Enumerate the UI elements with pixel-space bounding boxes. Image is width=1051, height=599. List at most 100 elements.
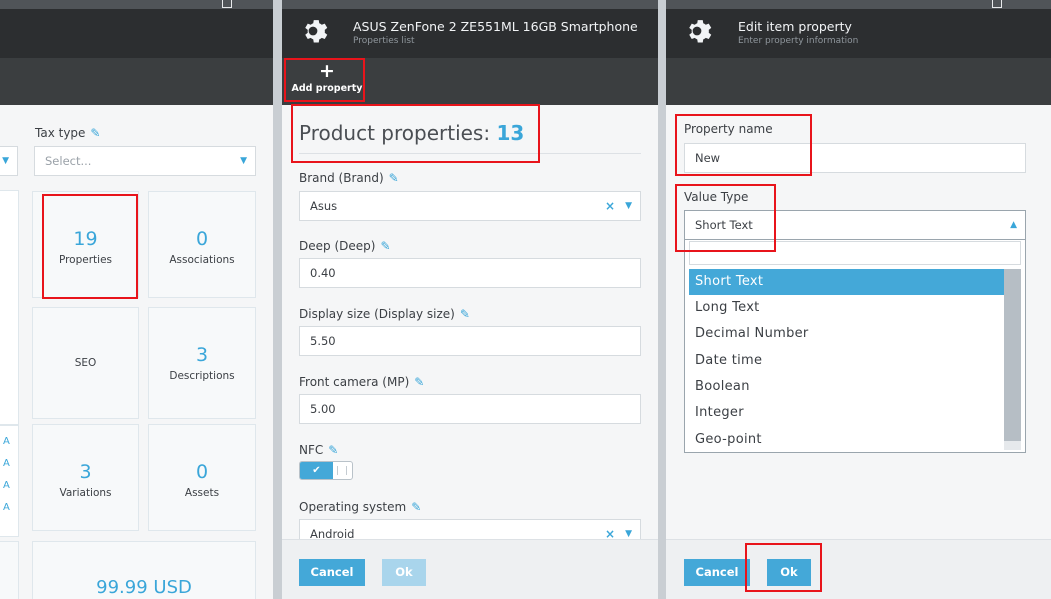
option-integer[interactable]: Integer: [689, 400, 1005, 426]
variations-caption: Variations: [59, 487, 112, 499]
section-heading-text: Product properties:: [299, 121, 491, 145]
blade-toolbar: [0, 58, 273, 105]
scrollbar-thumb[interactable]: [1004, 269, 1021, 441]
tile-properties[interactable]: 19 Properties: [32, 191, 139, 298]
assets-count: 0: [195, 461, 209, 483]
value-type-dropdown: Short Text Long Text Decimal Number Date…: [684, 239, 1026, 453]
chevron-up-icon[interactable]: ▲: [1010, 211, 1017, 239]
properties-count: 19: [73, 228, 98, 250]
edge-letter: A: [3, 436, 10, 447]
value-type-label: Value Type: [684, 190, 749, 204]
tile-assets[interactable]: 0 Assets: [148, 424, 256, 531]
dropdown-search-input[interactable]: [689, 241, 1021, 265]
partial-tile[interactable]: A A A A: [0, 425, 19, 537]
tax-type-select[interactable]: Select... ▼: [34, 146, 256, 176]
edit-pencil-icon[interactable]: ✎: [414, 375, 424, 389]
front-camera-input[interactable]: 5.00: [299, 394, 641, 424]
blade-body: Property name New Value Type Short Text …: [666, 105, 1051, 599]
brand-label: Brand (Brand) ✎: [299, 171, 399, 185]
option-geo-point[interactable]: Geo-point: [689, 427, 1005, 453]
edit-pencil-icon[interactable]: ✎: [460, 307, 470, 321]
maximize-icon[interactable]: [222, 0, 232, 8]
blade-title: Edit item property: [738, 19, 852, 34]
display-size-input[interactable]: 5.50: [299, 326, 641, 356]
chevron-down-icon: ▼: [2, 156, 9, 166]
properties-list-blade: ASUS ZenFone 2 ZE551ML 16GB Smartphone P…: [282, 0, 658, 599]
blade-body: Product properties: 13 Brand (Brand) ✎ As…: [282, 105, 658, 599]
gear-icon: [305, 20, 328, 43]
chevron-down-icon: ▼: [240, 156, 247, 166]
edit-pencil-icon[interactable]: ✎: [90, 126, 100, 140]
ok-button[interactable]: Ok: [382, 559, 426, 586]
blade-body: Tax type ✎ Select... ▼ ▼ A A A A 19 Prope…: [0, 105, 273, 599]
tile-descriptions[interactable]: 3 Descriptions: [148, 307, 256, 419]
partial-select[interactable]: ▼: [0, 146, 18, 176]
edit-pencil-icon[interactable]: ✎: [328, 443, 338, 457]
edit-pencil-icon[interactable]: ✎: [380, 239, 390, 253]
dropdown-scrollbar[interactable]: [1004, 269, 1021, 450]
cancel-button[interactable]: Cancel: [299, 559, 365, 586]
nfc-toggle[interactable]: ✔: [299, 461, 353, 480]
variations-count: 3: [79, 461, 92, 483]
brand-select[interactable]: Asus × ▼: [299, 191, 641, 221]
edit-pencil-icon[interactable]: ✎: [389, 171, 399, 185]
toggle-grip: [337, 466, 347, 475]
maximize-icon[interactable]: [992, 0, 1002, 8]
blade-toolbar: + Add property: [282, 58, 658, 105]
partial-tile[interactable]: [0, 190, 19, 425]
tile-seo[interactable]: SEO: [32, 307, 139, 419]
front-camera-label: Front camera (MP) ✎: [299, 375, 425, 389]
edge-letter: A: [3, 502, 10, 513]
edge-letter: A: [3, 458, 10, 469]
screen: Tax type ✎ Select... ▼ ▼ A A A A 19 Prope…: [0, 0, 1051, 599]
clear-icon[interactable]: ×: [605, 192, 615, 220]
plus-icon: +: [319, 60, 335, 82]
properties-caption: Properties: [58, 254, 113, 266]
blade-title: ASUS ZenFone 2 ZE551ML 16GB Smartphone: [353, 19, 638, 34]
product-detail-blade: Tax type ✎ Select... ▼ ▼ A A A A 19 Prope…: [0, 0, 273, 599]
blade-footer: Cancel Ok: [282, 539, 658, 599]
edge-letter: A: [3, 480, 10, 491]
section-heading: Product properties: 13: [299, 121, 524, 145]
operating-system-label: Operating system ✎: [299, 500, 422, 514]
value-type-select[interactable]: Short Text ▲: [684, 210, 1026, 240]
blade-top-strip: [0, 0, 273, 9]
associations-count: 0: [195, 228, 209, 250]
property-count: 13: [496, 121, 525, 145]
option-long-text[interactable]: Long Text: [689, 295, 1005, 321]
option-date-time[interactable]: Date time: [689, 348, 1005, 374]
descriptions-caption: Descriptions: [169, 370, 235, 382]
check-icon: ✔: [300, 462, 333, 479]
add-property-button[interactable]: + Add property: [290, 62, 364, 100]
add-property-label: Add property: [291, 83, 363, 94]
option-short-text[interactable]: Short Text: [689, 269, 1005, 295]
deep-label: Deep (Deep) ✎: [299, 239, 391, 253]
property-name-input[interactable]: New: [684, 143, 1026, 173]
cancel-button[interactable]: Cancel: [684, 559, 750, 586]
blade-top-strip: [282, 0, 658, 9]
descriptions-count: 3: [195, 344, 209, 366]
tax-type-label: Tax type ✎: [35, 126, 101, 140]
edit-property-blade: Edit item property Enter property inform…: [666, 0, 1051, 599]
blade-subtitle: Properties list: [353, 36, 415, 46]
ok-button[interactable]: Ok: [767, 559, 811, 586]
blade-footer: Cancel Ok: [666, 539, 1051, 599]
gear-icon: [689, 20, 712, 43]
blade-toolbar: [666, 58, 1051, 105]
tile-associations[interactable]: 0 Associations: [148, 191, 256, 298]
nfc-label: NFC ✎: [299, 443, 339, 457]
partial-tile[interactable]: [0, 541, 19, 599]
tile-variations[interactable]: 3 Variations: [32, 424, 139, 531]
edit-pencil-icon[interactable]: ✎: [411, 500, 421, 514]
option-boolean[interactable]: Boolean: [689, 374, 1005, 400]
chevron-down-icon[interactable]: ▼: [625, 192, 632, 220]
assets-caption: Assets: [184, 487, 220, 499]
heading-divider: [299, 153, 641, 154]
deep-input[interactable]: 0.40: [299, 258, 641, 288]
option-decimal-number[interactable]: Decimal Number: [689, 321, 1005, 347]
display-size-label: Display size (Display size) ✎: [299, 307, 470, 321]
property-name-label: Property name: [684, 122, 773, 136]
associations-caption: Associations: [169, 254, 235, 266]
seo-caption: SEO: [74, 357, 97, 369]
tile-price[interactable]: 99.99 USD: [32, 541, 256, 599]
